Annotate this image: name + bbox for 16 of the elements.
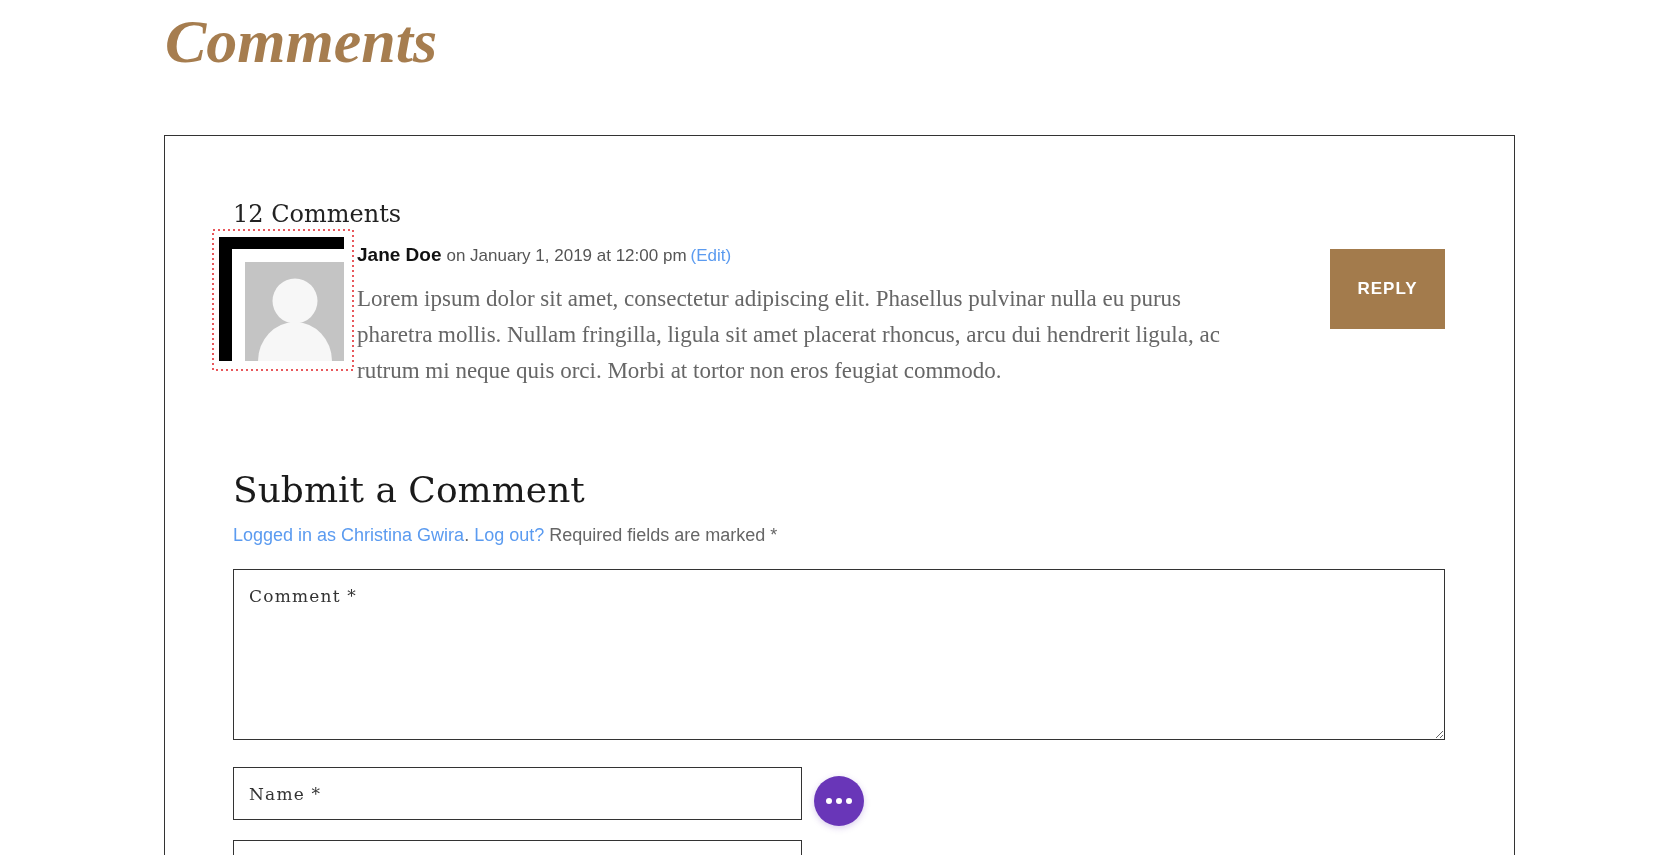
author-name: Jane Doe bbox=[357, 244, 442, 265]
reply-button[interactable]: REPLY bbox=[1330, 249, 1445, 329]
edit-link[interactable]: (Edit) bbox=[690, 246, 732, 265]
comment-count: 12 Comments bbox=[233, 199, 402, 229]
comment-text: Lorem ipsum dolor sit amet, consectetur adipiscing elit. Phasellus pulvinar nulla eu purus pharetra mollis. Nullam fringilla, ligula sit amet placerat rhoncus, arcu dui hendrerit ligula, ac rutrum mi neque quis orci. Morbi at tortor non eros feugiat commodo. bbox=[357, 285, 1221, 385]
account-link[interactable]: Logged in as Christina Gwira bbox=[233, 525, 465, 545]
input-field[interactable] bbox=[233, 840, 802, 855]
dots-icon bbox=[826, 798, 852, 804]
login-notice: Logged in as Christina Gwira. Log out? Required fields are marked * bbox=[233, 524, 778, 547]
comment-field[interactable]: Comment * bbox=[233, 569, 1445, 740]
page-title: Comments bbox=[164, 6, 439, 77]
input-field[interactable]: Name * bbox=[233, 767, 802, 820]
more-button[interactable] bbox=[814, 776, 864, 826]
logout-link[interactable]: Log out? bbox=[474, 525, 545, 545]
comment-date: on January 1, 2019 at 12:00 pm bbox=[446, 246, 687, 265]
form-heading: Submit a Comment bbox=[233, 468, 585, 512]
